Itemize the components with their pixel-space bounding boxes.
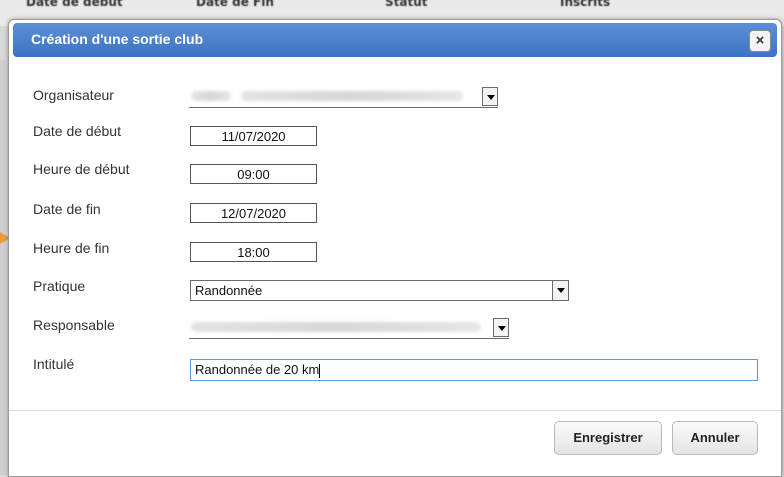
responsable-blurred-value bbox=[191, 322, 481, 332]
intitule-label: Intitulé bbox=[33, 356, 75, 372]
close-button[interactable]: × bbox=[749, 30, 771, 52]
date-fin-field[interactable]: 12/07/2020 bbox=[190, 203, 317, 223]
date-debut-label: Date de début bbox=[33, 123, 121, 139]
chevron-down-icon bbox=[487, 95, 495, 100]
organisateur-blurred-value-2 bbox=[241, 91, 463, 101]
bg-col-date-debut: Date de début bbox=[26, 0, 123, 9]
date-debut-field[interactable]: 11/07/2020 bbox=[190, 126, 317, 146]
heure-fin-field[interactable]: 18:00 bbox=[190, 242, 317, 262]
responsable-dropdown-button[interactable] bbox=[493, 318, 509, 337]
dialog-titlebar[interactable]: Création d'une sortie club × bbox=[13, 23, 777, 57]
close-icon: × bbox=[755, 32, 765, 49]
heure-debut-label: Heure de début bbox=[33, 161, 130, 177]
intitule-input[interactable]: Randonnée de 20 km bbox=[190, 359, 758, 381]
create-outing-dialog: Création d'une sortie club × Organisateu… bbox=[8, 19, 782, 477]
cancel-button[interactable]: Annuler bbox=[672, 421, 758, 455]
heure-debut-field[interactable]: 09:00 bbox=[190, 164, 317, 184]
intitule-value: Randonnée de 20 km bbox=[195, 362, 320, 377]
organisateur-blurred-value bbox=[191, 91, 231, 101]
pratique-select[interactable]: Randonnée bbox=[190, 280, 569, 301]
pratique-label: Pratique bbox=[33, 278, 86, 294]
chevron-down-icon bbox=[557, 288, 565, 293]
chevron-down-icon bbox=[498, 326, 506, 331]
organisateur-dropdown-button[interactable] bbox=[482, 87, 498, 106]
organisateur-select[interactable] bbox=[189, 87, 498, 108]
heure-fin-label: Heure de fin bbox=[33, 240, 110, 256]
bg-col-inscrits: Inscrits bbox=[560, 0, 611, 9]
bg-col-date-fin: Date de Fin bbox=[196, 0, 274, 9]
organisateur-label: Organisateur bbox=[33, 87, 114, 103]
background-panel-edge bbox=[0, 60, 6, 475]
bg-col-statut: Statut bbox=[385, 0, 428, 9]
save-button[interactable]: Enregistrer bbox=[554, 421, 662, 455]
date-fin-label: Date de fin bbox=[33, 201, 101, 217]
pratique-dropdown-button[interactable] bbox=[552, 281, 568, 300]
responsable-select[interactable] bbox=[189, 318, 509, 339]
pratique-value: Randonnée bbox=[195, 283, 263, 298]
text-caret bbox=[319, 363, 321, 378]
dialog-title: Création d'une sortie club bbox=[31, 31, 204, 47]
responsable-label: Responsable bbox=[33, 317, 115, 333]
footer-divider bbox=[9, 410, 781, 411]
